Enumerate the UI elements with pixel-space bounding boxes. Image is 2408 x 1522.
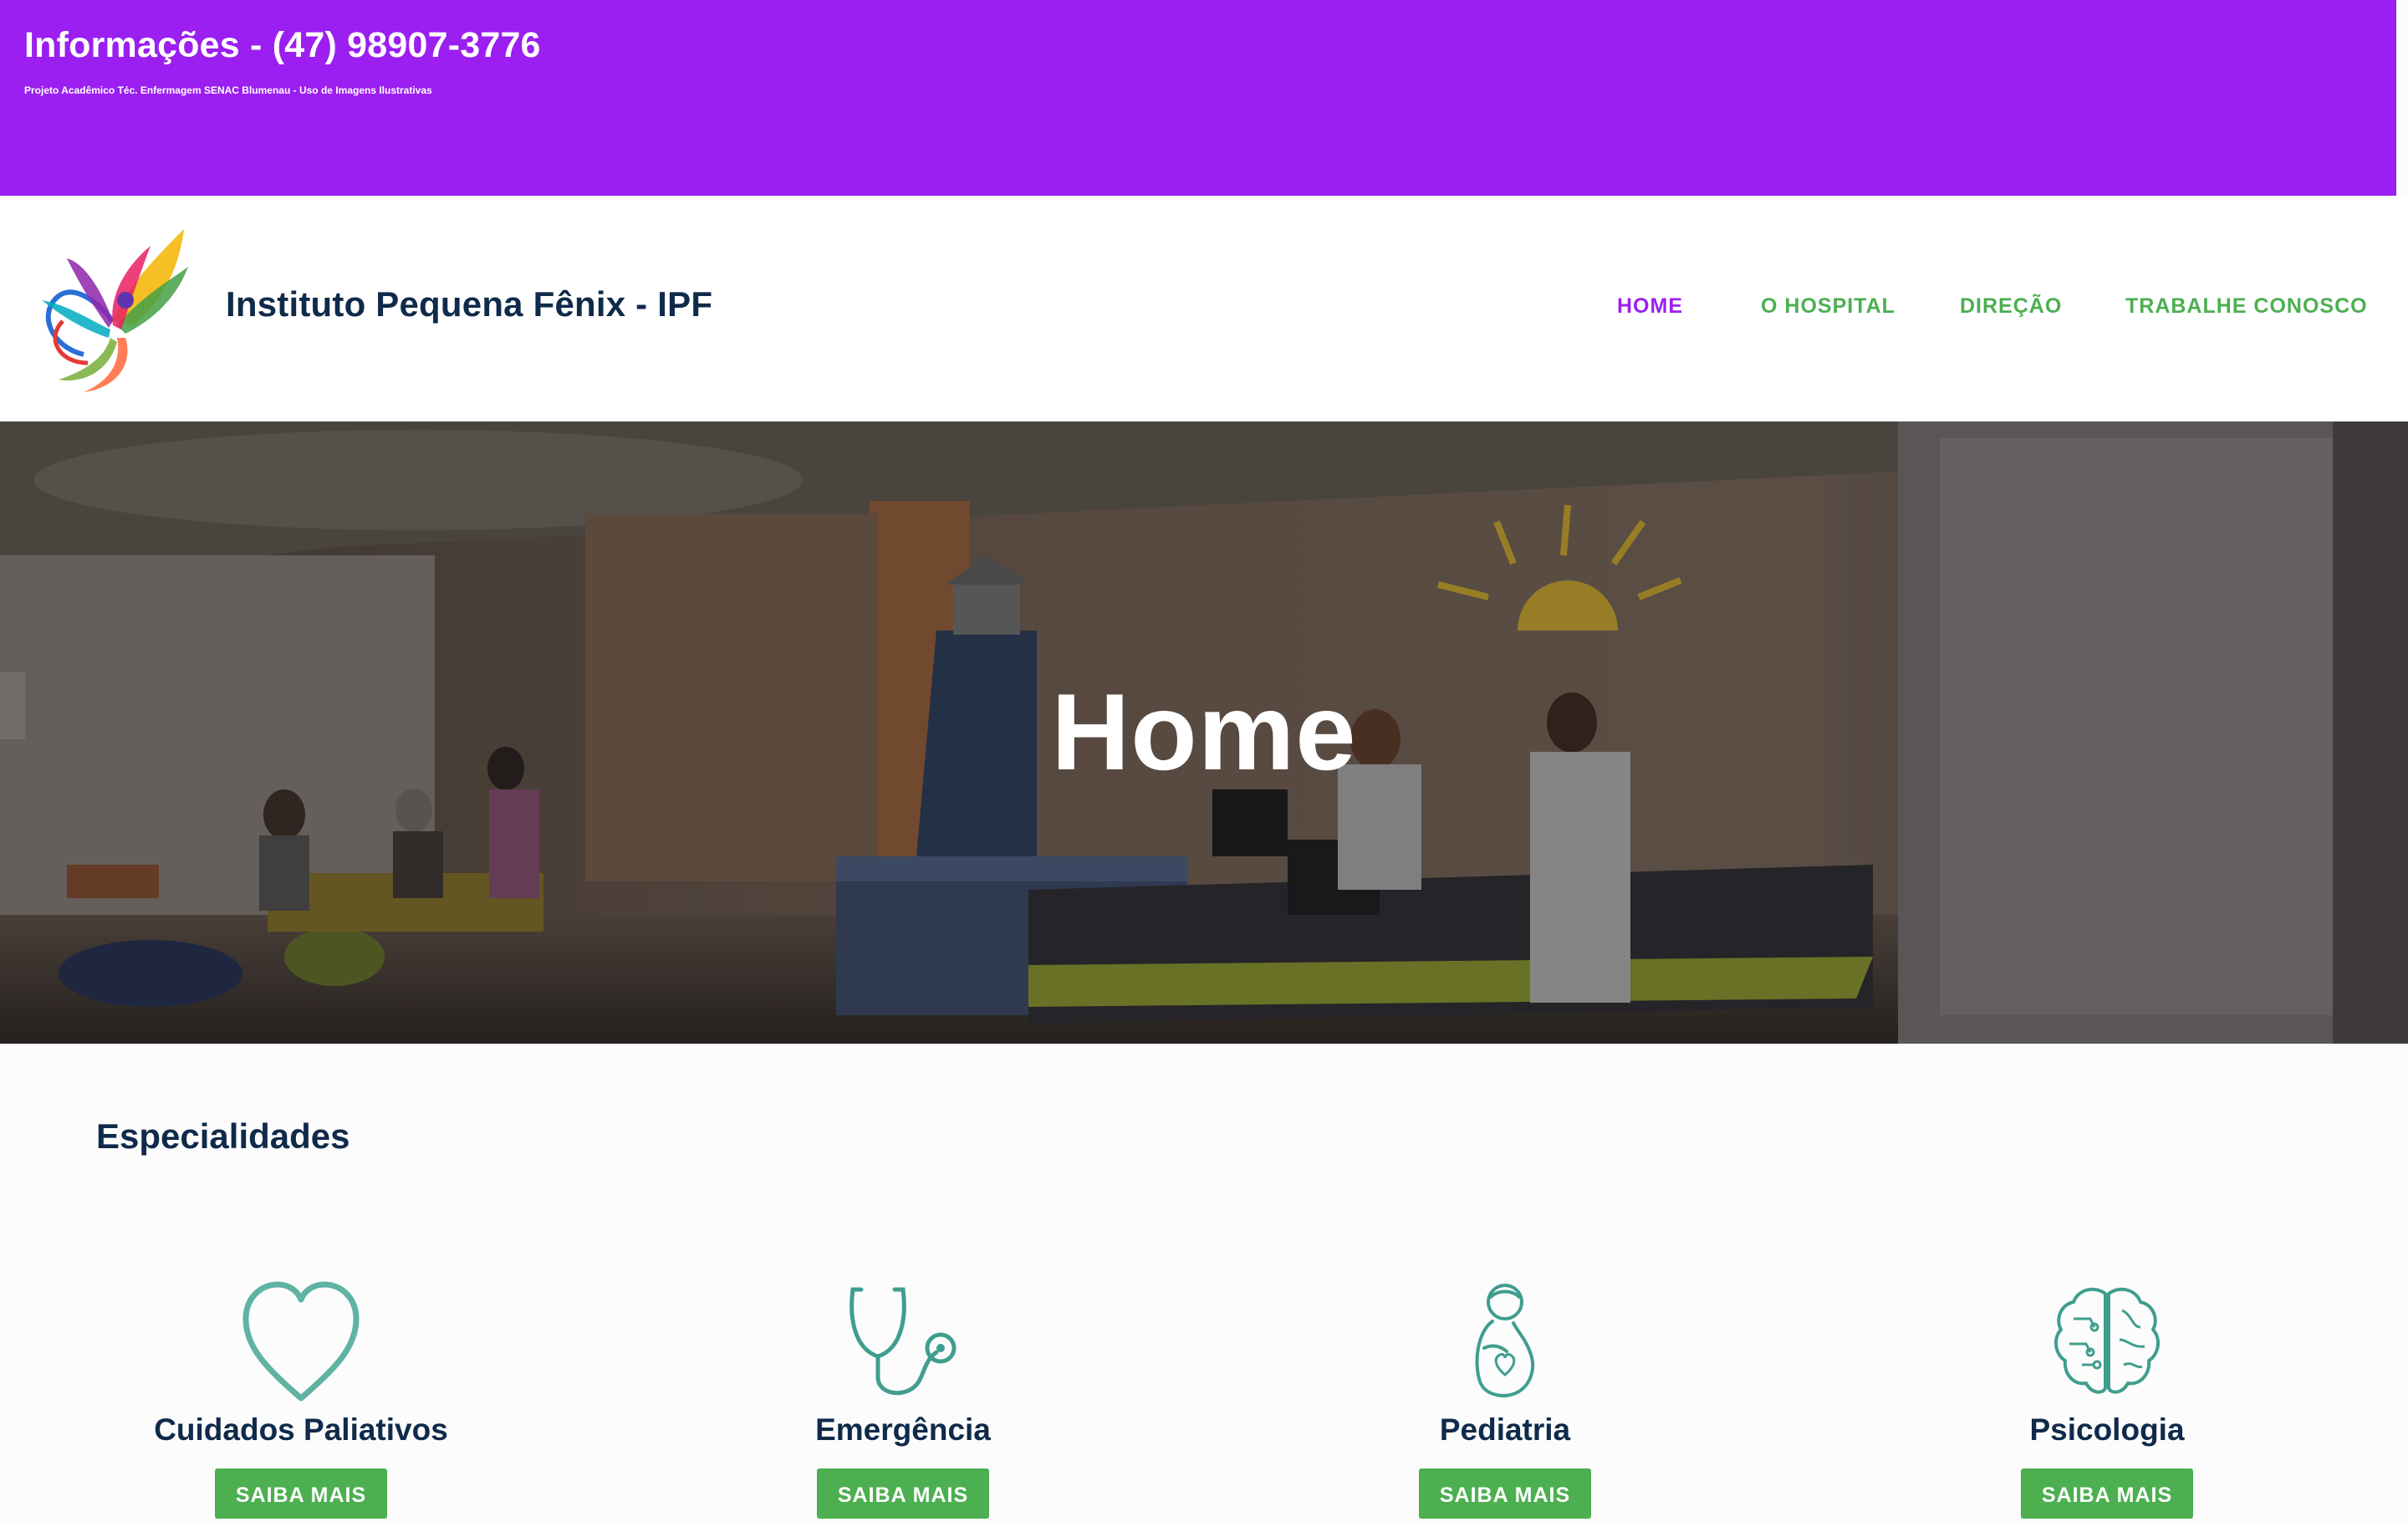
saiba-mais-button[interactable]: SAIBA MAIS — [2021, 1468, 2193, 1519]
saiba-mais-button[interactable]: SAIBA MAIS — [1419, 1468, 1591, 1519]
brain-icon — [2048, 1281, 2166, 1402]
specialty-card-cuidados-paliativos: Cuidados Paliativos SAIBA MAIS — [100, 1281, 502, 1519]
specialty-title: Pediatria — [1439, 1412, 1571, 1447]
site-header: Instituto Pequena Fênix - IPF HOME O HOS… — [0, 196, 2408, 421]
specialty-title: Emergência — [815, 1412, 991, 1447]
info-subtitle: Projeto Acadêmico Téc. Enfermagem SENAC … — [24, 84, 432, 96]
nav-trabalhe-conosco[interactable]: TRABALHE CONOSCO — [2125, 294, 2368, 319]
saiba-mais-button[interactable]: SAIBA MAIS — [215, 1468, 387, 1519]
hero-title: Home — [1051, 671, 1357, 793]
pregnant-woman-icon — [1446, 1281, 1564, 1402]
stethoscope-icon — [844, 1281, 962, 1402]
saiba-mais-button[interactable]: SAIBA MAIS — [817, 1468, 989, 1519]
heart-icon — [242, 1281, 360, 1402]
nav-direcao[interactable]: DIREÇÃO — [1960, 294, 2062, 319]
specialty-card-emergencia: Emergência SAIBA MAIS — [702, 1281, 1104, 1519]
info-bar: Informações - (47) 98907-3776 Projeto Ac… — [0, 0, 2396, 196]
brand-name[interactable]: Instituto Pequena Fênix - IPF — [226, 284, 712, 324]
specialty-card-psicologia: Psicologia SAIBA MAIS — [1906, 1281, 2308, 1519]
hero-banner: Home — [0, 421, 2408, 1044]
specialty-card-pediatria: Pediatria SAIBA MAIS — [1304, 1281, 1706, 1519]
specialty-title: Psicologia — [2029, 1412, 2185, 1447]
specialties-heading: Especialidades — [96, 1116, 350, 1156]
nav-o-hospital[interactable]: O HOSPITAL — [1761, 294, 1895, 319]
specialty-title: Cuidados Paliativos — [154, 1412, 448, 1447]
info-title: Informações - (47) 98907-3776 — [24, 25, 541, 65]
phoenix-logo[interactable] — [33, 221, 192, 393]
nav-home[interactable]: HOME — [1617, 294, 1683, 319]
